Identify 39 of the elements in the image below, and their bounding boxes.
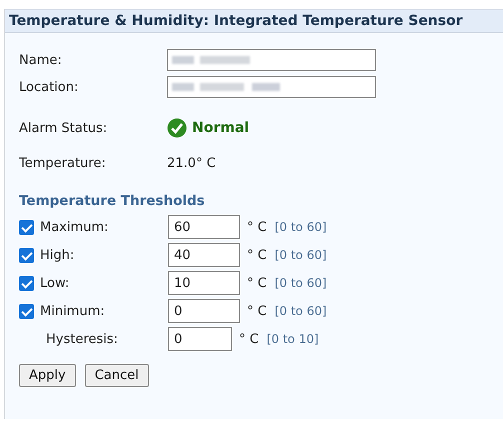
threshold-label: High: — [40, 248, 74, 262]
threshold-label: Hysteresis: — [45, 332, 118, 346]
threshold-label: Low: — [40, 276, 70, 290]
threshold-label: Maximum: — [40, 220, 108, 234]
checkbox[interactable] — [19, 248, 34, 262]
unit-label: ° C — [247, 276, 267, 290]
redacted-text-icon — [172, 54, 252, 66]
apply-button[interactable]: Apply — [19, 364, 76, 387]
text-field[interactable] — [167, 76, 376, 98]
range-hint: [0 to 60] — [274, 248, 327, 262]
range-hint: [0 to 60] — [274, 304, 327, 318]
panel-title: Temperature & Humidity: Integrated Temperature Sensor — [5, 9, 503, 33]
field-label: Name: — [19, 52, 63, 68]
checkbox[interactable] — [19, 276, 34, 290]
redacted-text-icon — [172, 81, 280, 93]
checkbox[interactable] — [19, 220, 34, 234]
number-field[interactable]: 0 — [168, 327, 232, 351]
unit-label: ° C — [247, 220, 267, 234]
number-field[interactable]: 0 — [168, 299, 240, 323]
field-label: Location: — [19, 80, 80, 94]
range-hint: [0 to 10] — [266, 332, 319, 346]
temperature-label: Temperature: — [19, 156, 107, 170]
unit-label: ° C — [247, 248, 267, 262]
alarm-status-value: Normal — [192, 120, 250, 136]
number-field[interactable]: 60 — [168, 215, 240, 239]
temperature-value: 21.0° C — [167, 156, 216, 170]
unit-label: ° C — [239, 332, 259, 346]
range-hint: [0 to 60] — [274, 220, 327, 234]
unit-label: ° C — [247, 304, 267, 318]
section-heading: Temperature Thresholds — [19, 193, 206, 211]
cancel-button[interactable]: Cancel — [84, 364, 149, 387]
number-field[interactable]: 40 — [168, 243, 240, 267]
range-hint: [0 to 60] — [274, 276, 327, 290]
check-circle-icon — [167, 118, 187, 138]
checkbox[interactable] — [19, 304, 34, 318]
number-field[interactable]: 10 — [168, 271, 240, 295]
text-field[interactable] — [167, 49, 376, 71]
threshold-label: Minimum: — [40, 304, 105, 318]
alarm-status-label: Alarm Status: — [19, 120, 108, 136]
